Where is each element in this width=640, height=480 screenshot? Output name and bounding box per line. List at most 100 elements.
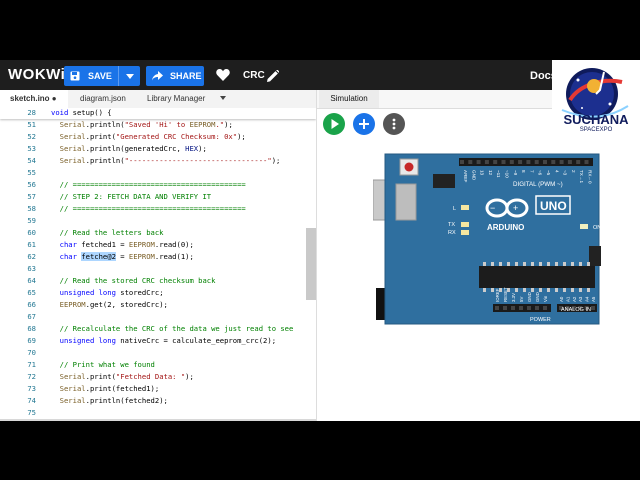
header-pin [543, 306, 547, 310]
code-line[interactable]: 54 Serial.println("---------------------… [0, 155, 316, 167]
share-button[interactable]: SHARE [146, 66, 204, 86]
code-line[interactable]: 55 [0, 167, 316, 179]
power-pin-label: Vin [543, 295, 548, 302]
chip-pin [483, 288, 486, 292]
code-text: // Print what we found [51, 360, 155, 369]
code-line[interactable]: 73 Serial.print(fetched1); [0, 383, 316, 395]
code-line[interactable]: 56 // ==================================… [0, 179, 316, 191]
header-pin [584, 160, 589, 164]
code-line[interactable]: 67 [0, 311, 316, 323]
code-text: unsigned long storedCrc; [59, 288, 164, 297]
code-line[interactable]: 71 // Print what we found [0, 359, 316, 371]
tab-library-manager[interactable]: Library Manager [147, 90, 217, 108]
reset-cap [404, 162, 414, 172]
rx-label: RX [448, 230, 456, 236]
project-name[interactable]: CRC [243, 70, 265, 81]
header-pin [503, 306, 507, 310]
code-line[interactable]: 70 [0, 347, 316, 359]
code-line[interactable]: 59 [0, 215, 316, 227]
tab-sketch[interactable]: sketch.ino ● [0, 90, 68, 108]
code-editor[interactable]: 28 void setup() { 51 Serial.println("Sav… [0, 108, 316, 421]
on-label: ON [593, 225, 601, 231]
analog-pin-label: A5 [591, 296, 596, 302]
tab-simulation[interactable]: Simulation [319, 90, 379, 108]
chip-pin [555, 262, 558, 266]
line-number: 52 [27, 132, 36, 141]
chip-pin [531, 288, 534, 292]
line-number: 67 [27, 312, 36, 321]
code-line[interactable]: 74 Serial.println(fetched2); [0, 395, 316, 407]
chip-pin [555, 288, 558, 292]
line-number: 53 [27, 144, 36, 153]
code-text: Serial.print("Generated CRC Checksum: 0x… [59, 132, 246, 141]
chip-pin [579, 262, 582, 266]
line-number: 59 [27, 216, 36, 225]
digital-pin-label: ~3 [563, 170, 568, 176]
header-pin [526, 160, 531, 164]
digital-pin-label: 13 [480, 170, 485, 176]
code-text: // =====================================… [51, 180, 246, 189]
line-number: 64 [27, 276, 36, 285]
start-simulation-button[interactable] [323, 113, 345, 135]
heart-icon[interactable] [216, 69, 230, 81]
pencil-icon[interactable] [267, 70, 279, 82]
code-text: Serial.println(generatedCrc, HEX); [59, 144, 207, 153]
code-line[interactable]: 66 EEPROM.get(2, storedCrc); [0, 299, 316, 311]
code-text: // Recalculate the CRC of the data we ju… [51, 324, 294, 333]
save-dropdown-button[interactable] [118, 66, 140, 86]
sticky-scroll-line[interactable]: 28 void setup() { [0, 108, 316, 119]
line-number: 68 [27, 324, 36, 333]
digital-pin-label: ~10 [505, 170, 510, 178]
code-line[interactable]: 62 char fetche@2 = EEPROM.read(1); [0, 251, 316, 263]
code-text: // =====================================… [51, 204, 246, 213]
digital-pin-label: ~5 [546, 170, 551, 176]
add-part-button[interactable] [353, 113, 375, 135]
line-number: 66 [27, 300, 36, 309]
power-pin-label: GND [527, 292, 532, 302]
code-line[interactable]: 63 [0, 263, 316, 275]
chevron-down-icon[interactable] [220, 96, 226, 100]
line-number: 65 [27, 288, 36, 297]
tx-label: TX [448, 222, 455, 228]
power-pin-label: RESET [503, 287, 508, 302]
line-number: 55 [27, 168, 36, 177]
arduino-uno-board[interactable]: AREF GND 13 12 ~11 ~10 ~9 8 7 ~6 ~5 4 ~3 2 TX→1 RX←0 DI… [373, 146, 605, 330]
wokwi-logo[interactable]: WOKWi [8, 66, 65, 83]
code-text: char fetche@2 = EEPROM.read(1); [59, 252, 194, 261]
header-pin [567, 160, 572, 164]
save-icon [70, 71, 80, 81]
save-button[interactable]: SAVE [64, 66, 140, 86]
code-line[interactable]: 75 [0, 407, 316, 419]
code-line[interactable]: 58 // ==================================… [0, 203, 316, 215]
line-number: 75 [27, 408, 36, 417]
top-bar: WOKWi SAVE SHARE CRC Docs [0, 60, 640, 90]
code-line[interactable]: 60 // Read the letters back [0, 227, 316, 239]
code-line[interactable]: 72 Serial.print("Fetched Data: "); [0, 371, 316, 383]
code-line[interactable]: 65 unsigned long storedCrc; [0, 287, 316, 299]
chip-pin [499, 262, 502, 266]
chip-pin [523, 288, 526, 292]
editor-scrollbar[interactable] [306, 228, 316, 300]
code-line[interactable]: 57 // STEP 2: FETCH DATA AND VERIFY IT [0, 191, 316, 203]
tx-led [461, 222, 469, 227]
analog-pin-label: A2 [572, 296, 577, 302]
header-pin [551, 160, 556, 164]
header-pin [501, 160, 506, 164]
tab-diagram[interactable]: diagram.json [80, 90, 140, 108]
suchana-name: SUCHANA [563, 112, 629, 127]
code-line[interactable]: 76 Serial.print("Stored CRC was: 0x"); [0, 419, 316, 421]
code-line[interactable]: 51 Serial.println("Saved 'Hi' to EEPROM.… [0, 119, 316, 131]
code-line[interactable]: 69 unsigned long nativeCrc = calculate_e… [0, 335, 316, 347]
code-line[interactable]: 68 // Recalculate the CRC of the data we… [0, 323, 316, 335]
atmega-chip [479, 266, 595, 288]
code-line[interactable]: 64 // Read the stored CRC checksum back [0, 275, 316, 287]
line-number: 61 [27, 240, 36, 249]
chip-pin [579, 288, 582, 292]
more-options-button[interactable] [383, 113, 405, 135]
code-line[interactable]: 61 char fetched1 = EEPROM.read(0); [0, 239, 316, 251]
code-line[interactable]: 52 Serial.print("Generated CRC Checksum:… [0, 131, 316, 143]
header-pin [484, 160, 489, 164]
line-number: 69 [27, 336, 36, 345]
code-line[interactable]: 53 Serial.println(generatedCrc, HEX); [0, 143, 316, 155]
digital-pin-label: 8 [521, 170, 526, 173]
